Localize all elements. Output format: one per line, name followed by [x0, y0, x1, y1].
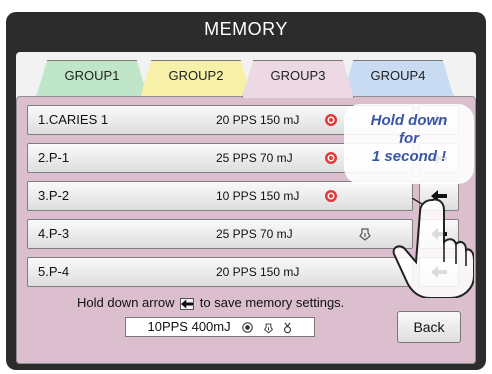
- row-pps: 10 PPS: [216, 189, 257, 203]
- callout-line-1: Hold down: [370, 112, 448, 129]
- callout-line-2: for: [399, 130, 419, 147]
- current-settings-value: 10PPS 400mJ: [147, 319, 231, 334]
- target-icon: [325, 152, 337, 164]
- tip-icon: [284, 322, 292, 333]
- memory-window: MEMORY GROUP1 GROUP2 GROUP3 GROUP4 1.CAR…: [6, 12, 486, 370]
- page-title: MEMORY: [204, 19, 288, 39]
- back-button[interactable]: Back: [397, 311, 461, 343]
- current-settings: 10PPS 400mJ: [125, 317, 315, 337]
- row-mj: 150 mJ: [260, 189, 300, 203]
- callout-line-3: 1 second !: [371, 148, 447, 165]
- row-name: 1.CARIES 1: [38, 112, 109, 127]
- instruction-after: to save memory settings.: [199, 295, 345, 310]
- memory-row-5[interactable]: 5.P-4 20 PPS 150 mJ: [27, 257, 413, 287]
- row-mj: 150 mJ: [260, 265, 300, 279]
- contact-tip-icon: [359, 228, 371, 241]
- tab-group3[interactable]: GROUP3: [242, 60, 354, 98]
- hold-down-callout: Hold down for 1 second !: [344, 104, 474, 184]
- row-pps: 25 PPS: [216, 151, 257, 165]
- tab-group2[interactable]: GROUP2: [140, 60, 252, 98]
- instruction-text: Hold down arrow to save memory settings.: [77, 295, 344, 310]
- instruction-before: Hold down arrow: [77, 295, 175, 310]
- hand-pointer-icon: [392, 198, 474, 298]
- tab-group1[interactable]: GROUP1: [36, 60, 148, 98]
- memory-row-4[interactable]: 4.P-3 25 PPS 70 mJ: [27, 219, 413, 249]
- contact-tip-icon: [263, 323, 273, 333]
- row-name: 2.P-1: [38, 150, 70, 165]
- row-pps: 20 PPS: [216, 265, 257, 279]
- memory-row-3[interactable]: 3.P-2 10 PPS 150 mJ: [27, 181, 413, 211]
- row-name: 3.P-2: [38, 188, 70, 203]
- target-icon: [325, 190, 337, 202]
- target-icon: [242, 322, 253, 333]
- tab-group4[interactable]: GROUP4: [342, 60, 454, 98]
- row-mj: 70 mJ: [260, 151, 293, 165]
- row-name: 4.P-3: [38, 226, 70, 241]
- row-pps: 20 PPS: [216, 113, 257, 127]
- row-mj: 150 mJ: [260, 113, 300, 127]
- target-icon: [325, 114, 337, 126]
- save-arrow-icon: [180, 297, 195, 310]
- row-name: 5.P-4: [38, 264, 70, 279]
- row-pps: 25 PPS: [216, 227, 257, 241]
- row-mj: 70 mJ: [260, 227, 293, 241]
